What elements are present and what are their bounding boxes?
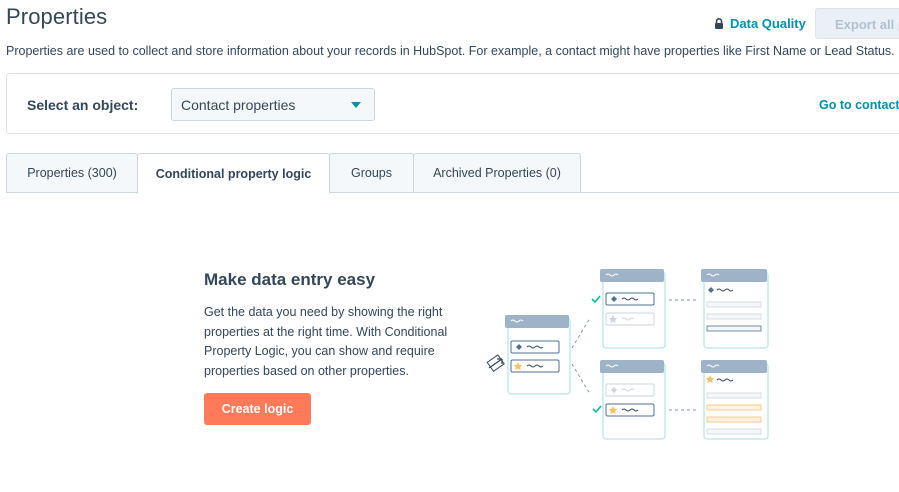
lock-icon (714, 18, 724, 29)
check-icon (591, 295, 601, 304)
data-quality-link[interactable]: Data Quality (714, 16, 806, 31)
tab-properties[interactable]: Properties (300) (6, 153, 138, 193)
conditional-logic-illustration (486, 266, 776, 451)
tab-archived-properties[interactable]: Archived Properties (0) (413, 153, 581, 193)
form-card-bottom-graphic (701, 360, 769, 440)
object-select-value: Contact properties (181, 97, 296, 113)
empty-state-heading: Make data entry easy (204, 270, 376, 289)
go-to-contacts-link[interactable]: Go to contacts (819, 98, 899, 112)
create-logic-button[interactable]: Create logic (204, 393, 311, 425)
page-title: Properties (6, 4, 108, 29)
data-quality-label: Data Quality (730, 16, 806, 31)
tab-groups[interactable]: Groups (329, 153, 414, 193)
source-card-graphic (505, 315, 571, 395)
condition-card-bottom-graphic (592, 360, 666, 440)
form-card-top-graphic (701, 269, 769, 349)
object-select-dropdown[interactable]: Contact properties (171, 88, 375, 121)
object-selector-card: Select an object: Contact properties Go … (6, 73, 899, 134)
page-description: Properties are used to collect and store… (6, 44, 895, 58)
object-selector-label: Select an object: (27, 97, 139, 113)
check-icon (592, 405, 602, 414)
condition-card-top-graphic (591, 269, 666, 349)
export-all-button[interactable]: Export all p (815, 8, 899, 39)
tab-conditional-property-logic[interactable]: Conditional property logic (137, 153, 330, 194)
caret-down-icon (351, 102, 361, 108)
tab-bar: Properties (300) Conditional property lo… (6, 153, 899, 194)
empty-state-body: Get the data you need by showing the rig… (204, 305, 448, 378)
